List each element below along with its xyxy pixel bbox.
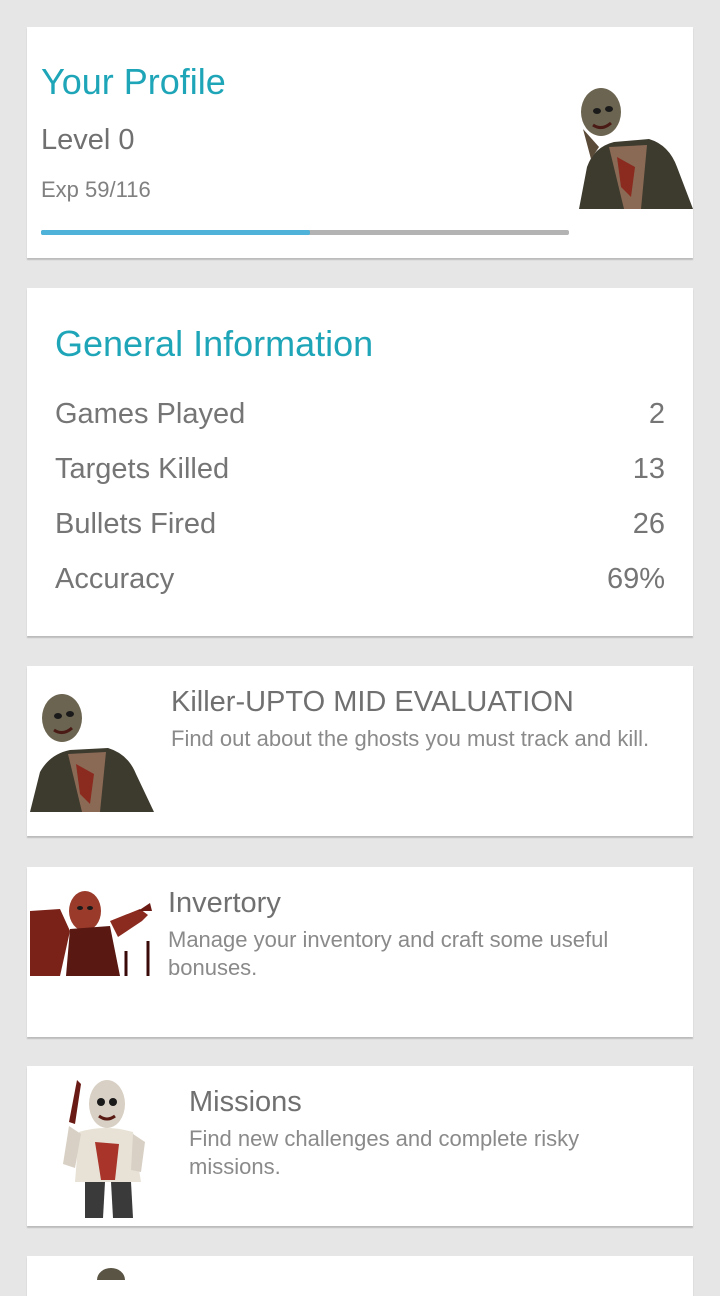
profile-card[interactable]: Your Profile Level 0 Exp 59/116	[27, 27, 693, 258]
zombie-icon	[30, 694, 154, 812]
stat-value: 13	[632, 453, 665, 485]
profile-level: Level 0	[41, 124, 135, 156]
menu-item-description: Find out about the ghosts you must track…	[171, 726, 650, 751]
menu-item-title: Invertory	[168, 887, 281, 919]
stat-label: Bullets Fired	[55, 508, 217, 540]
general-info-card: General Information Games Played 2 Targe…	[27, 288, 693, 636]
exp-progress-bar	[41, 230, 569, 235]
knife-zombie-icon	[63, 1080, 145, 1218]
zombie-portrait-icon	[579, 88, 693, 209]
stat-label: Targets Killed	[55, 453, 230, 485]
general-info-title: General Information	[55, 323, 374, 364]
exp-progress-fill	[41, 230, 310, 235]
menu-item-description: Find new challenges and complete risky m…	[189, 1126, 580, 1179]
zombie-icon	[97, 1268, 125, 1280]
stat-value: 2	[648, 398, 665, 430]
menu-item-description: Manage your inventory and craft some use…	[168, 927, 609, 980]
menu-item-title: Missions	[189, 1086, 302, 1118]
stat-row-accuracy: Accuracy 69%	[55, 563, 665, 596]
profile-title: Your Profile	[41, 61, 226, 102]
menu-item-partial[interactable]	[27, 1256, 693, 1296]
menu-item-missions[interactable]: Missions Find new challenges and complet…	[27, 1066, 693, 1226]
stat-label: Accuracy	[55, 563, 175, 595]
stat-value: 26	[632, 508, 665, 540]
bloody-zombie-icon	[30, 891, 152, 976]
menu-item-title: Killer-UPTO MID EVALUATION	[171, 686, 574, 718]
menu-item-killer[interactable]: Killer-UPTO MID EVALUATION Find out abou…	[27, 666, 693, 836]
stat-row-bullets-fired: Bullets Fired 26	[55, 508, 665, 541]
stat-row-targets-killed: Targets Killed 13	[55, 453, 665, 486]
profile-exp: Exp 59/116	[41, 177, 151, 202]
stat-label: Games Played	[55, 398, 246, 430]
menu-item-inventory[interactable]: Invertory Manage your inventory and craf…	[27, 867, 693, 1037]
stat-row-games-played: Games Played 2	[55, 398, 665, 431]
stat-value: 69%	[606, 563, 665, 595]
